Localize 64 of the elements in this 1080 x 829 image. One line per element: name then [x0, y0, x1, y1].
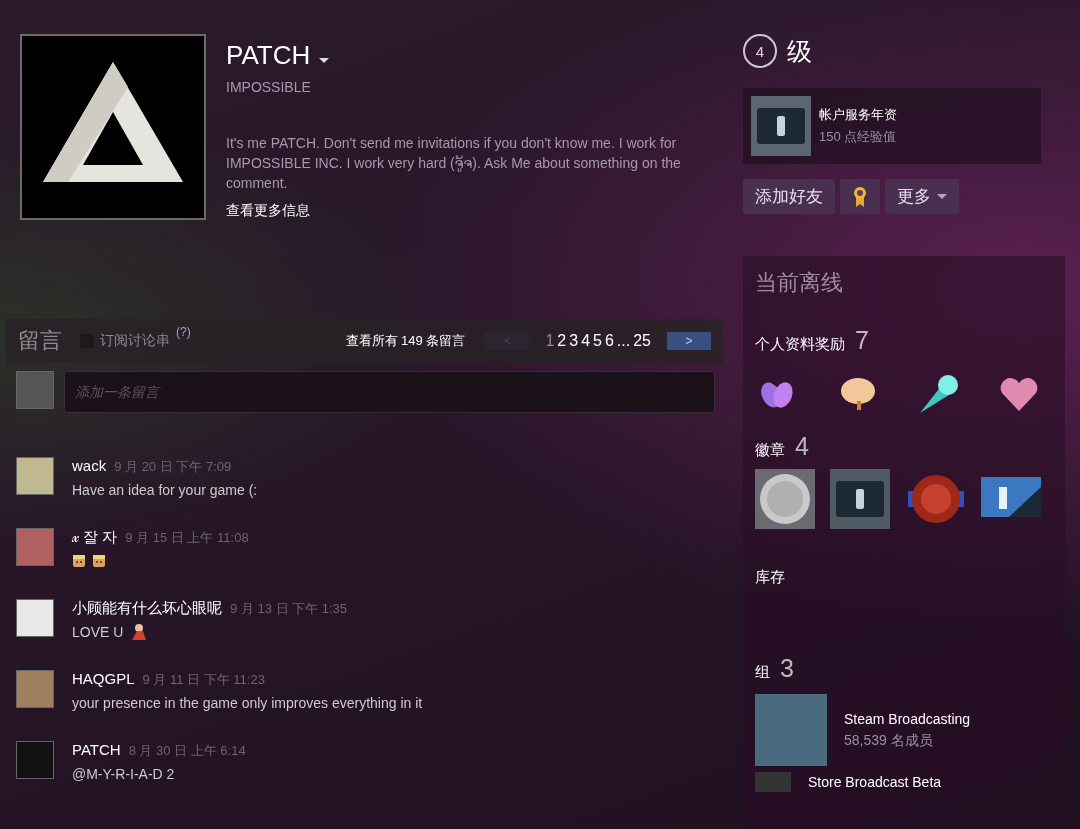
page-link[interactable]: ...	[616, 332, 631, 350]
rewards-count: 7	[855, 326, 869, 355]
badges-title-link[interactable]: 徽章	[755, 441, 785, 460]
badges-count: 4	[795, 432, 809, 461]
comment-author-link[interactable]: 𝓍 잘 자	[72, 528, 118, 547]
level-number: 4	[743, 34, 777, 68]
page-link[interactable]: 6	[604, 332, 614, 350]
page-link[interactable]: 5	[593, 332, 602, 350]
page-link[interactable]: 2	[557, 332, 567, 350]
figure-emoticon-icon	[129, 623, 148, 641]
next-page-button[interactable]: >	[667, 332, 711, 350]
page-link[interactable]: 25	[633, 332, 651, 350]
comment-timestamp: 9 月 11 日 下午 11:23	[142, 671, 265, 689]
award-icon	[852, 185, 868, 208]
commenter-avatar-picture[interactable]	[16, 741, 54, 779]
comment-timestamp: 9 月 20 日 下午 7:09	[114, 458, 232, 476]
featured-badge-card[interactable]: 帐户服务年资 150 点经验值	[743, 88, 1041, 164]
comment-text: @M-Y-R-I-A-D 2	[72, 766, 175, 782]
comment-timestamp: 8 月 30 日 上午 6:14	[128, 742, 246, 760]
more-info-link[interactable]: 查看更多信息	[226, 202, 310, 218]
comment-author-link[interactable]: wack	[72, 457, 107, 474]
comment-timestamp: 9 月 15 日 上午 11:08	[125, 529, 249, 547]
add-friend-button[interactable]: 添加好友	[743, 179, 835, 214]
profile-summary: It's me PATCH. Don't send me invitations if you don't know me. I work for IMPOSSIBLE INC. I work very hard (ຈູ້ຈ). Ask Me about something on the comment.	[226, 134, 682, 193]
more-dropdown-button[interactable]: 更多	[885, 179, 959, 214]
face-emoticon-icon	[92, 554, 106, 568]
badge-xp: 150 点经验值	[819, 128, 897, 146]
comment-author-link[interactable]: PATCH	[72, 741, 121, 758]
page-link[interactable]: 3	[569, 332, 579, 350]
groups-title-link[interactable]: 组	[755, 663, 770, 682]
rewards-title-link[interactable]: 个人资料奖励	[755, 335, 845, 354]
years-badge-icon	[751, 96, 811, 156]
group-name-link[interactable]: Steam Broadcasting	[844, 711, 971, 727]
online-status: 当前离线	[755, 269, 844, 297]
badge-title: 帐户服务年资	[819, 106, 897, 124]
subscribe-label: 订阅讨论串	[100, 332, 170, 350]
group-member-count: 58,539 名成员	[844, 732, 934, 750]
award-button[interactable]	[840, 179, 880, 214]
comment-author-link[interactable]: HAQGPL	[72, 670, 135, 687]
comment-timestamp: 9 月 13 日 下午 1:35	[230, 600, 348, 618]
group-name-link[interactable]: Store Broadcast Beta	[808, 774, 942, 790]
real-name: IMPOSSIBLE	[226, 79, 312, 95]
comments-title: 留言	[18, 327, 62, 355]
level-label: 级	[787, 35, 812, 67]
user-avatar-picture	[16, 371, 54, 409]
page-link[interactable]: 1	[545, 332, 555, 350]
commenter-avatar-picture[interactable]	[16, 599, 54, 637]
years-badge-icon[interactable]	[830, 469, 891, 529]
help-link[interactable]: (?)	[176, 325, 191, 339]
inventory-link[interactable]: 库存	[755, 568, 785, 587]
caret-icon[interactable]	[318, 55, 331, 64]
comment-text: LOVE U	[72, 624, 124, 640]
comment-input-field[interactable]: 添加一条留言	[64, 371, 715, 413]
profile-name: PATCH	[226, 40, 311, 71]
caret-icon	[937, 193, 947, 200]
comment-author-link[interactable]: 小顾能有什么坏心眼呢	[72, 599, 222, 618]
comment-text: your presence in the game only improves everything in it	[72, 695, 423, 711]
view-all-comments-link[interactable]: 查看所有 149 条留言	[345, 332, 466, 350]
page-link[interactable]: 4	[581, 332, 591, 350]
commenter-avatar-picture[interactable]	[16, 457, 54, 495]
face-emoticon-icon	[72, 554, 86, 568]
groups-count: 3	[780, 654, 794, 683]
comment-text: Have an idea for your game (:	[72, 482, 258, 498]
coin-badge-icon[interactable]	[755, 469, 815, 529]
